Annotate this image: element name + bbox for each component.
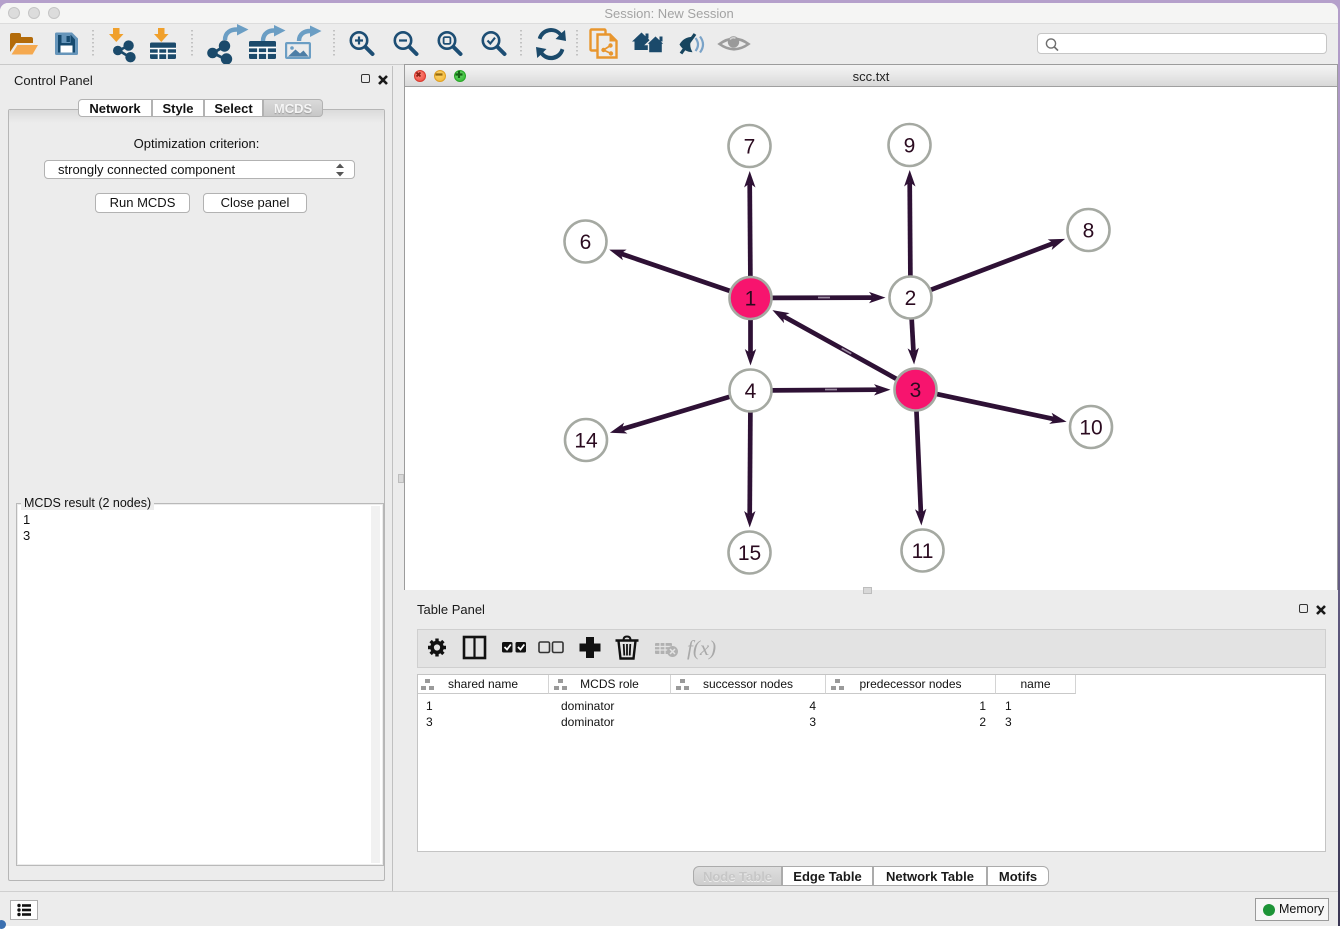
svg-text:4: 4 [745,380,757,403]
svg-text:14: 14 [574,430,598,453]
svg-text:6: 6 [580,231,592,254]
svg-text:f(x): f(x) [687,636,716,660]
svg-text:2: 2 [905,287,917,310]
svg-text:15: 15 [738,542,761,565]
svg-text:11: 11 [912,540,934,563]
svg-text:10: 10 [1079,417,1102,440]
svg-text:9: 9 [904,135,916,158]
svg-text:3: 3 [910,379,922,402]
svg-text:1: 1 [745,288,757,311]
svg-text:7: 7 [744,136,756,159]
svg-text:8: 8 [1083,220,1095,243]
